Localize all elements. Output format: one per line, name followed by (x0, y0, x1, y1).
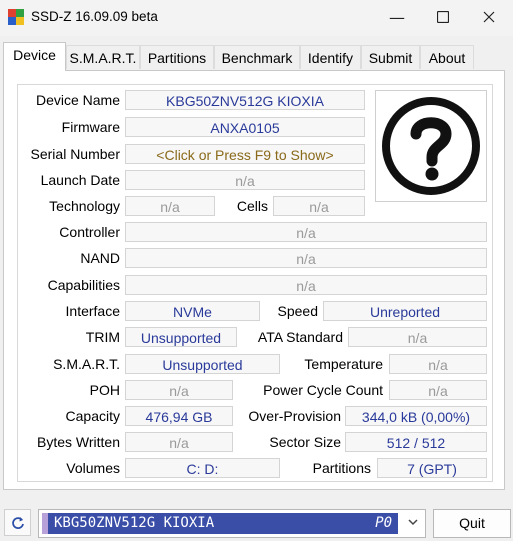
chevron-down-icon[interactable] (407, 516, 419, 531)
temperature-label: Temperature (304, 356, 383, 372)
window-title: SSD-Z 16.09.09 beta (31, 9, 158, 24)
maximize-button[interactable] (420, 0, 466, 34)
technology-label: Technology (49, 198, 120, 214)
drive-select-value: KBG50ZNV512G KIOXIA P0 (48, 513, 398, 534)
launch-date-label: Launch Date (40, 172, 120, 188)
title-bar: SSD-Z 16.09.09 beta — (0, 0, 513, 36)
serial-number-label: Serial Number (30, 146, 120, 162)
drive-index: P0 (375, 515, 392, 531)
temperature-value: n/a (389, 354, 487, 374)
poh-value: n/a (125, 380, 233, 400)
ata-standard-value: n/a (348, 327, 487, 347)
tab-identify[interactable]: Identify (300, 45, 361, 69)
question-mark-icon (382, 97, 480, 195)
tab-smart[interactable]: S.M.A.R.T. (66, 45, 140, 69)
cells-label: Cells (236, 198, 268, 214)
launch-date-value: n/a (125, 170, 365, 190)
technology-value: n/a (125, 196, 215, 216)
minimize-button[interactable]: — (374, 0, 420, 34)
sector-size-value: 512 / 512 (345, 432, 487, 452)
partitions-label: Partitions (312, 460, 371, 476)
ata-standard-label: ATA Standard (257, 329, 343, 345)
controller-value: n/a (125, 222, 487, 242)
controller-label: Controller (59, 224, 120, 240)
interface-label: Interface (65, 303, 120, 319)
refresh-button[interactable] (4, 509, 31, 536)
tab-submit[interactable]: Submit (361, 45, 420, 69)
nand-value: n/a (125, 248, 487, 268)
interface-value: NVMe (125, 301, 260, 321)
tab-about[interactable]: About (420, 45, 474, 69)
bytes-written-value: n/a (125, 432, 233, 452)
smart-label: S.M.A.R.T. (53, 356, 120, 372)
volumes-value: C: D: (125, 458, 280, 478)
poh-label: POH (89, 382, 120, 398)
drive-image (375, 90, 487, 202)
sector-size-label: Sector Size (269, 434, 341, 450)
capacity-value: 476,94 GB (125, 406, 233, 426)
over-provision-label: Over-Provision (248, 408, 341, 424)
firmware-value: ANXA0105 (125, 117, 365, 137)
trim-label: TRIM (85, 329, 120, 345)
drive-name: KBG50ZNV512G KIOXIA (54, 515, 215, 531)
tab-partitions[interactable]: Partitions (140, 45, 214, 69)
refresh-icon (11, 516, 24, 529)
cells-value: n/a (273, 196, 365, 216)
drive-select[interactable]: KBG50ZNV512G KIOXIA P0 (38, 509, 426, 538)
capabilities-value: n/a (125, 275, 487, 295)
maximize-icon (437, 11, 449, 23)
power-cycle-count-value: n/a (389, 380, 487, 400)
tab-device[interactable]: Device (3, 42, 66, 71)
device-name-label: Device Name (35, 92, 120, 108)
tab-benchmark[interactable]: Benchmark (214, 45, 300, 69)
speed-value: Unreported (323, 301, 487, 321)
quit-button[interactable]: Quit (433, 509, 511, 538)
bytes-written-label: Bytes Written (37, 434, 120, 450)
nand-label: NAND (80, 250, 120, 266)
volumes-label: Volumes (66, 460, 120, 476)
firmware-label: Firmware (61, 119, 120, 135)
minimize-icon: — (389, 7, 405, 27)
close-icon (483, 11, 495, 23)
capabilities-label: Capabilities (47, 277, 120, 293)
speed-label: Speed (277, 303, 318, 319)
tab-strip: Device S.M.A.R.T. Partitions Benchmark I… (3, 42, 508, 71)
partitions-value: 7 (GPT) (377, 458, 487, 478)
serial-number-field[interactable]: <Click or Press F9 to Show> (125, 144, 365, 164)
trim-value: Unsupported (125, 327, 237, 347)
smart-value: Unsupported (125, 354, 280, 374)
over-provision-value: 344,0 kB (0,00%) (345, 406, 487, 426)
capacity-label: Capacity (65, 408, 120, 424)
close-button[interactable] (466, 0, 512, 34)
power-cycle-count-label: Power Cycle Count (263, 382, 383, 398)
device-name-value: KBG50ZNV512G KIOXIA (125, 90, 365, 110)
app-icon (8, 9, 24, 25)
